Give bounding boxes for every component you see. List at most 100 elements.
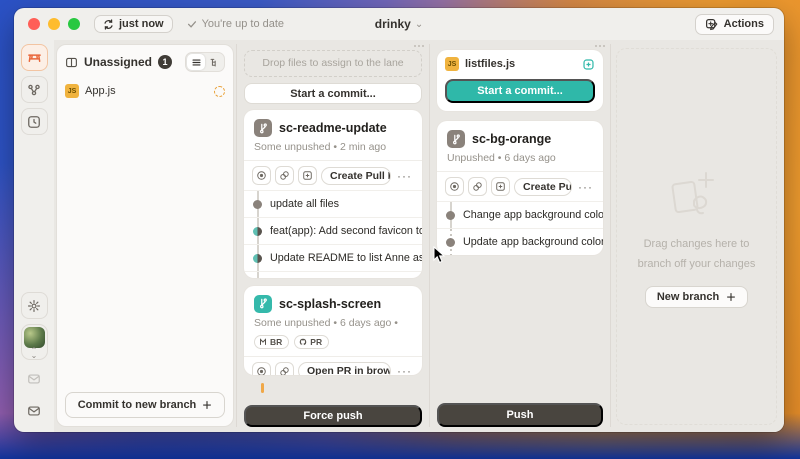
new-branch-drop-area[interactable]: Drag changes here to branch off your cha… bbox=[616, 48, 777, 425]
plus-square-icon bbox=[705, 18, 718, 31]
branch-toolbar: Create Pull Request ··· bbox=[244, 160, 422, 190]
commit-new-label: Commit to new branch bbox=[78, 399, 197, 411]
assigned-file-card: JS listfiles.js Start a commit... bbox=[437, 50, 603, 111]
pr-badge[interactable]: PR bbox=[294, 335, 329, 349]
drag-hint-line2: branch off your changes bbox=[638, 257, 756, 273]
local-commit-stub bbox=[261, 383, 264, 394]
branch-card-sc-readme-update: sc-readme-update Some unpushed • 2 min a… bbox=[244, 110, 422, 277]
commit-row[interactable]: Update README to list Anne as pr... bbox=[244, 244, 422, 271]
sidebar-item-workspace[interactable] bbox=[21, 44, 48, 71]
lane-drag-handle[interactable] bbox=[594, 44, 606, 49]
sidebar-item-branches[interactable] bbox=[21, 76, 48, 103]
minimize-window-button[interactable] bbox=[48, 18, 60, 30]
check-icon bbox=[187, 19, 197, 29]
uptodate-label: You're up to date bbox=[202, 18, 284, 30]
mail-dim-icon bbox=[27, 372, 41, 386]
commit-dot-local bbox=[446, 238, 455, 247]
start-commit-label: Start a commit... bbox=[477, 85, 563, 97]
branch-toolbar: Open PR in browser ··· bbox=[244, 356, 422, 375]
more-options-button[interactable]: ··· bbox=[395, 169, 414, 183]
commit-row[interactable]: update all files bbox=[244, 190, 422, 217]
project-switcher[interactable]: drinky ⌄ bbox=[375, 17, 423, 31]
sidebar-item-history[interactable] bbox=[21, 108, 48, 135]
branch-header[interactable]: sc-bg-orange Unpushed • 6 days ago bbox=[437, 121, 603, 171]
commit-to-new-branch-button[interactable]: Commit to new branch bbox=[65, 392, 225, 418]
force-push-label: Force push bbox=[303, 410, 362, 422]
branch-badge-icon bbox=[254, 119, 272, 137]
zoom-window-button[interactable] bbox=[68, 18, 80, 30]
remote-branch-icon bbox=[259, 338, 267, 346]
lane-divider bbox=[236, 44, 237, 427]
commit-message: feat(app): Add second favicon to ... bbox=[270, 225, 422, 237]
desktop: just now You're up to date drinky ⌄ Acti… bbox=[0, 0, 800, 459]
actions-button[interactable]: Actions bbox=[695, 14, 774, 35]
compare-button[interactable] bbox=[275, 166, 294, 185]
branch-header[interactable]: sc-splash-screen Some unpushed • 6 days … bbox=[244, 286, 422, 356]
chevron-up-down-icon: ⌃⌄ bbox=[31, 348, 38, 358]
commit-row[interactable]: feat(app): Add second favicon to ... bbox=[244, 217, 422, 244]
sync-button[interactable]: just now bbox=[94, 15, 173, 33]
feedback-button[interactable] bbox=[21, 397, 48, 424]
titlebar: just now You're up to date drinky ⌄ Acti… bbox=[14, 8, 784, 40]
more-options-button[interactable]: ··· bbox=[395, 364, 414, 374]
push-button[interactable]: Push bbox=[437, 403, 603, 427]
start-commit-label: Start a commit... bbox=[290, 88, 376, 100]
open-pr-button[interactable]: Open PR in browser bbox=[298, 362, 391, 374]
more-options-button[interactable]: ··· bbox=[576, 180, 595, 194]
create-pr-label: Create Pull Req... bbox=[523, 181, 572, 193]
add-file-square-icon[interactable] bbox=[582, 58, 595, 71]
drag-files-illustration bbox=[660, 165, 734, 227]
tree-view-toggle[interactable] bbox=[205, 54, 223, 70]
js-file-icon: JS bbox=[65, 84, 79, 98]
file-row-appjs[interactable]: JS App.js bbox=[65, 84, 225, 98]
list-view-toggle[interactable] bbox=[187, 54, 205, 70]
workspace: Unassigned 1 JS App.js bbox=[54, 40, 784, 432]
file-row-listfiles[interactable]: JS listfiles.js bbox=[445, 57, 595, 71]
lane-sc-readme: Drop files to assign to the lane Start a… bbox=[239, 44, 427, 427]
start-commit-button-teal[interactable]: Start a commit... bbox=[445, 79, 595, 103]
add-dependent-branch-button[interactable] bbox=[298, 166, 317, 185]
branch-badges: BR PR bbox=[254, 335, 412, 349]
review-eye-button[interactable] bbox=[252, 166, 271, 185]
lane-drag-handle[interactable] bbox=[413, 44, 425, 49]
review-eye-button[interactable] bbox=[252, 362, 271, 375]
branch-card-sc-bg-orange: sc-bg-orange Unpushed • 6 days ago bbox=[437, 121, 603, 255]
commit-row[interactable]: Change app background color t... bbox=[437, 201, 603, 228]
compare-button[interactable] bbox=[275, 362, 294, 375]
create-pr-button[interactable]: Create Pull Req... bbox=[514, 178, 572, 196]
lane-sc-bg-orange: JS listfiles.js Start a commit... bbox=[432, 44, 608, 427]
new-branch-button[interactable]: New branch bbox=[645, 286, 748, 308]
traffic-lights bbox=[28, 18, 80, 30]
create-pr-label: Create Pull Request bbox=[330, 170, 391, 182]
lane-spacer bbox=[437, 261, 603, 397]
close-window-button[interactable] bbox=[28, 18, 40, 30]
new-branch-label: New branch bbox=[657, 291, 719, 303]
branch-badge-icon bbox=[254, 295, 272, 313]
branches-icon bbox=[27, 83, 41, 97]
settings-button[interactable] bbox=[21, 292, 48, 319]
commit-row[interactable]: Update app background color t... bbox=[437, 228, 603, 255]
create-pr-button[interactable]: Create Pull Request bbox=[321, 167, 391, 185]
add-dependent-branch-button[interactable] bbox=[491, 177, 510, 196]
force-push-button[interactable]: Force push bbox=[244, 405, 422, 427]
commit-rail bbox=[437, 202, 463, 228]
profile-switcher[interactable]: ⌃⌄ bbox=[21, 324, 48, 360]
lane-divider bbox=[610, 44, 611, 427]
lane-divider bbox=[429, 44, 430, 427]
unassigned-panel: Unassigned 1 JS App.js bbox=[56, 44, 234, 427]
commit-message: Update README to list Anne as pr... bbox=[270, 252, 422, 264]
gear-icon bbox=[27, 299, 41, 313]
share-feedback-dim-button[interactable] bbox=[21, 365, 48, 392]
lane-dropzone[interactable]: Drop files to assign to the lane bbox=[244, 50, 422, 77]
unassigned-header: Unassigned 1 bbox=[65, 52, 225, 72]
branch-card-sc-splash-screen: sc-splash-screen Some unpushed • 6 days … bbox=[244, 286, 422, 375]
review-eye-button[interactable] bbox=[445, 177, 464, 196]
branch-header[interactable]: sc-readme-update Some unpushed • 2 min a… bbox=[244, 110, 422, 160]
start-commit-button[interactable]: Start a commit... bbox=[244, 83, 422, 105]
history-clock-icon bbox=[27, 115, 41, 129]
view-toggle-group bbox=[185, 52, 225, 72]
push-label: Push bbox=[507, 409, 534, 421]
compare-button[interactable] bbox=[468, 177, 487, 196]
commit-row[interactable]: Add authors section to README file bbox=[244, 271, 422, 277]
remote-branch-badge[interactable]: BR bbox=[254, 335, 289, 349]
